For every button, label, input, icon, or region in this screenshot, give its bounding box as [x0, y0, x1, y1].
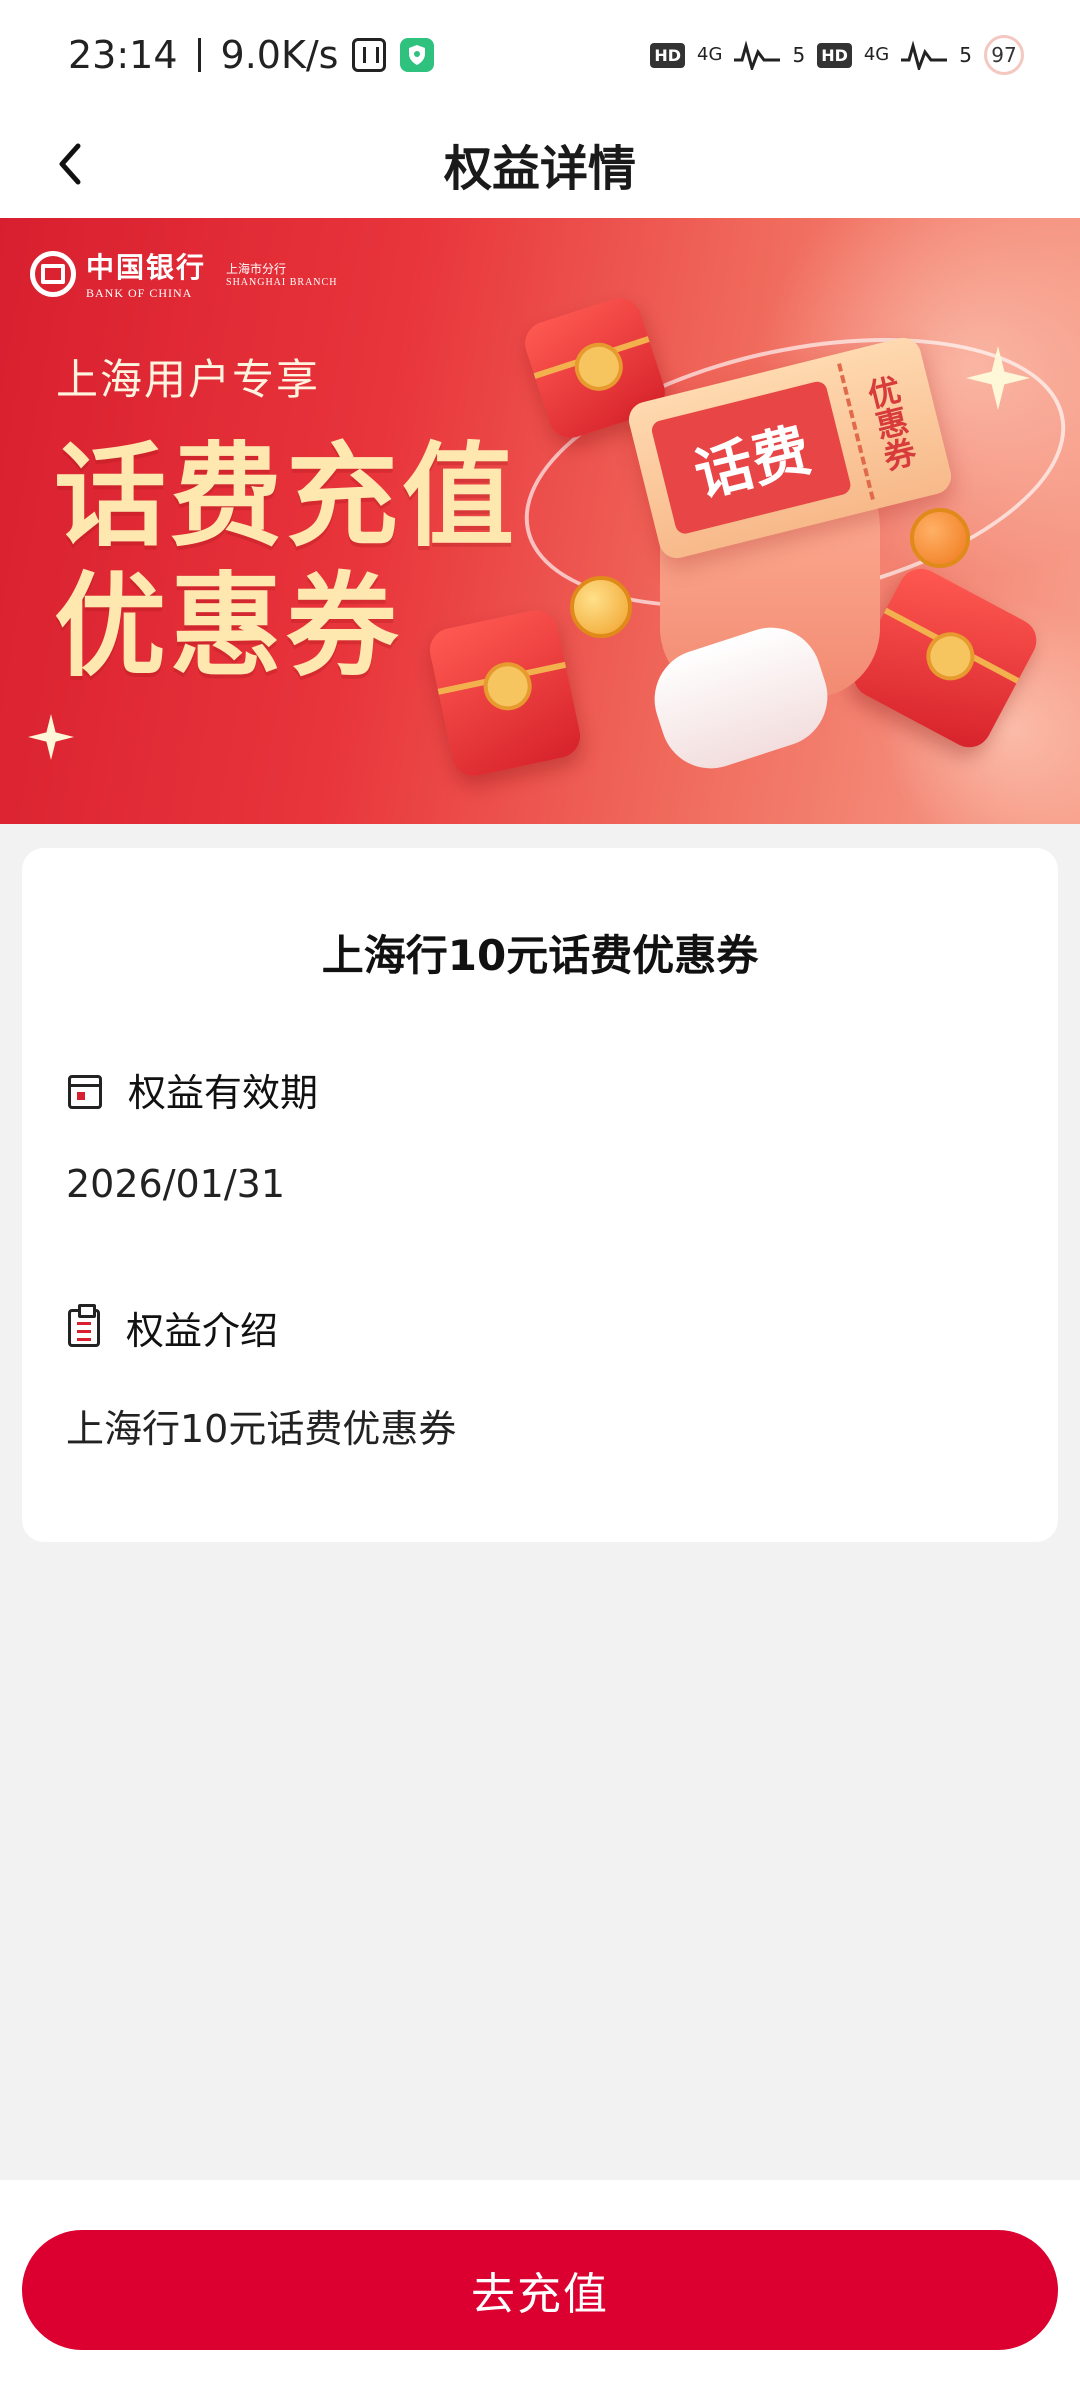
page-title: 权益详情: [443, 141, 636, 197]
red-envelope-icon-2: [425, 606, 585, 780]
promo-banner: 中国银行 BANK OF CHINA 上海市分行 SHANGHAI BRANCH…: [0, 218, 1080, 824]
signal-label-1: 4G: [697, 44, 723, 65]
back-button[interactable]: [40, 134, 100, 194]
banner-subtitle: 上海用户专享: [56, 355, 321, 404]
validity-value: 2026/01/31: [66, 1162, 286, 1206]
hd-badge-1: HD: [650, 42, 686, 68]
benefit-detail-card: 上海行10元话费优惠券 权益有效期 2026/01/31 权益介绍 上海行10元…: [22, 848, 1058, 1542]
status-bar: 23:14 9.0K/s HD 4G 5 HD 4G 5 97: [0, 0, 1080, 110]
signal-icon-2: 4G: [864, 46, 889, 64]
hd-badge-2: HD: [817, 42, 852, 68]
intro-section-header: 权益介绍: [68, 1300, 278, 1355]
bank-branch-cn: 上海市分行: [226, 261, 287, 276]
signal-bars-1: 5: [792, 43, 806, 67]
signal-label-2: 4G: [863, 44, 890, 65]
validity-label: 权益有效期: [128, 1071, 319, 1115]
sparkle-icon-2: [28, 714, 74, 760]
status-separator: [197, 38, 201, 72]
bank-name-en: BANK OF CHINA: [86, 286, 193, 300]
status-left: 23:14 9.0K/s: [68, 33, 435, 77]
boc-logo-icon: [30, 250, 76, 297]
intro-label: 权益介绍: [126, 1309, 279, 1353]
ticket-main-panel: 话费: [649, 379, 853, 536]
validity-section-header: 权益有效期: [68, 1062, 318, 1117]
ticket-stub-text: 优惠券: [859, 371, 920, 475]
intro-value: 上海行10元话费优惠券: [66, 1407, 457, 1451]
ticket-stub: 优惠券: [837, 347, 939, 500]
calendar-icon: [68, 1074, 102, 1109]
bank-logo: 中国银行 BANK OF CHINA 上海市分行 SHANGHAI BRANCH: [30, 246, 337, 301]
status-right: HD 4G 5 HD 4G 5 97: [650, 35, 1024, 75]
nfc-icon: [352, 38, 387, 72]
signal-wave-icon-2: [901, 40, 948, 70]
status-net-speed: 9.0K/s: [220, 33, 339, 77]
security-shield-icon: [400, 38, 435, 72]
recharge-button[interactable]: 去充值: [22, 2230, 1058, 2350]
bank-name-cn: 中国银行: [86, 251, 207, 284]
ticket-main-text: 话费: [687, 415, 817, 510]
page-header: 权益详情: [0, 110, 1080, 218]
signal-bars-2: 5: [959, 43, 972, 67]
clipboard-icon: [68, 1303, 100, 1347]
status-time: 23:14: [68, 33, 178, 77]
orange-coin-icon: [910, 508, 970, 568]
benefit-title: 上海行10元话费优惠券: [321, 931, 759, 980]
bank-branch-en: SHANGHAI BRANCH: [226, 276, 338, 288]
signal-icon-1: 4G: [697, 46, 722, 64]
banner-title-line2: 优惠券: [54, 562, 402, 692]
signal-wave-icon: [734, 40, 781, 70]
gold-coin-icon: [570, 576, 632, 638]
bottom-action-bar: 去充值: [0, 2180, 1080, 2400]
battery-indicator: 97: [984, 35, 1024, 75]
chevron-left-icon: [59, 143, 81, 185]
